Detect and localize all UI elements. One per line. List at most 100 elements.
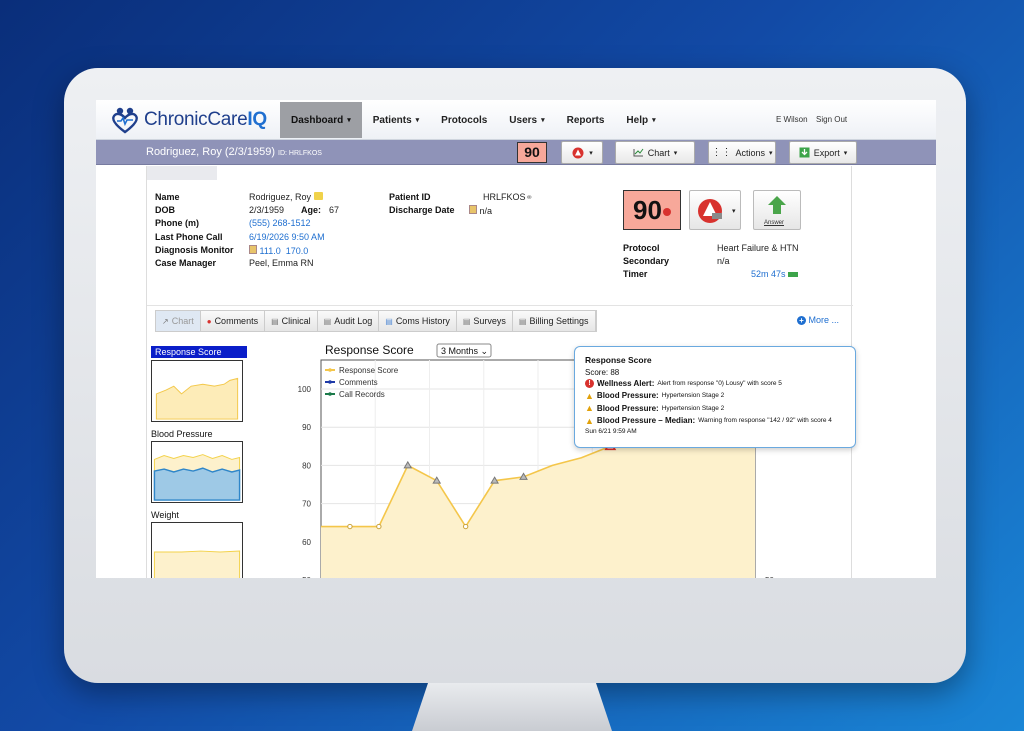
diagnosis-code-2[interactable]: 170.0: [286, 246, 309, 256]
chevron-down-icon: ▾: [673, 149, 678, 157]
tab-label: Audit Log: [334, 316, 373, 326]
thumb-blood-pressure[interactable]: [151, 441, 243, 503]
response-score-badge: 90: [623, 190, 681, 230]
answer-button[interactable]: Answer: [753, 190, 801, 230]
dob-value: 2/3/1959: [249, 205, 285, 215]
alert-status-button[interactable]: ▾: [689, 190, 741, 230]
divider: [147, 305, 853, 306]
y-tick-label-right: 50: [765, 576, 774, 578]
tooltip-bp-median: ▲ Blood Pressure – Median: Warning from re…: [585, 415, 832, 426]
last-call-label: Last Phone Call: [155, 232, 223, 242]
nav-label: Protocols: [441, 114, 488, 126]
tab-label: Clinical: [281, 316, 311, 326]
chart-thumbnails: Response Score Blood Pressure Weight: [151, 342, 247, 578]
age-value: 67: [329, 205, 340, 215]
thumb-weight[interactable]: [151, 522, 243, 578]
patient-id-value: HRLFKOS⚭: [483, 192, 534, 202]
legend-label[interactable]: Comments: [339, 378, 378, 387]
grid-icon: ⋮⋮: [711, 147, 732, 158]
data-point[interactable]: [462, 523, 469, 530]
protocol-value: Heart Failure & HTN: [717, 243, 799, 253]
patient-header-name: Rodriguez, Roy (2/3/1959) ID: HRLFKOS: [146, 146, 322, 158]
chart-icon: ↗: [162, 316, 169, 326]
export-button[interactable]: Export ▾: [789, 141, 857, 164]
id-card-icon: [313, 192, 323, 200]
y-tick-label-left: 80: [302, 461, 311, 470]
legend-label[interactable]: Call Records: [339, 390, 385, 399]
name-label: Name: [155, 192, 180, 202]
timer-toggle-icon[interactable]: [788, 272, 799, 278]
user-name[interactable]: E Wilson: [776, 115, 808, 124]
age-label: Age:: [301, 205, 321, 215]
data-point[interactable]: [376, 523, 382, 530]
range-select-label[interactable]: 3 Months ⌄: [441, 346, 488, 356]
monitor-stand: [412, 683, 612, 731]
tab-label: Comments: [214, 316, 259, 326]
case-manager-label: Case Manager: [155, 258, 217, 268]
tab-surveys[interactable]: ▤ Surveys: [456, 311, 513, 331]
answer-label: Answer: [764, 220, 785, 226]
note-icon[interactable]: [469, 205, 477, 214]
data-point[interactable]: [347, 523, 353, 530]
header-score-badge: 90: [517, 142, 547, 163]
app-screen: ChronicCareIQ Dashboard ▾ Patients ▾ Protoco…: [96, 100, 936, 578]
last-call-link[interactable]: 6/19/2026 9:50 AM: [249, 232, 325, 242]
warning-icon: ▲: [585, 403, 594, 413]
nav-patients[interactable]: Patients ▾: [362, 102, 430, 138]
chart-button[interactable]: Chart ▾: [615, 141, 695, 164]
nav-dashboard[interactable]: Dashboard ▾: [280, 102, 362, 138]
actions-button-label: Actions: [735, 147, 765, 158]
nav-label: Patients: [372, 114, 412, 126]
more-link[interactable]: + More ...: [797, 315, 839, 325]
thumb-title-blood-pressure[interactable]: Blood Pressure: [151, 429, 247, 439]
phone-link[interactable]: (555) 268-1512: [249, 218, 311, 228]
tab-comments[interactable]: ● Comments: [200, 311, 266, 331]
diagnosis-code-1[interactable]: 111.0: [260, 246, 281, 256]
brand-name: ChronicCareIQ: [144, 109, 267, 130]
tooltip-bp2: ▲ Blood Pressure: Hypertension Stage 2: [585, 403, 725, 413]
tab-label: Chart: [171, 316, 194, 326]
alert-icon: [572, 147, 584, 158]
patient-header-bar: Rodriguez, Roy (2/3/1959) ID: HRLFKOS 90 …: [96, 140, 936, 165]
alert-dropdown-button[interactable]: ▾: [561, 141, 603, 164]
thumb-response-score[interactable]: [151, 360, 243, 422]
phone-label: Phone (m): [155, 218, 199, 228]
survey-icon: ▤: [462, 316, 471, 326]
card-tab-stub: [147, 166, 217, 180]
tab-chart[interactable]: ↗ Chart: [156, 311, 201, 331]
search-doc-icon: ▤: [323, 316, 332, 326]
tab-clinical[interactable]: ▤ Clinical: [265, 311, 318, 331]
legend-swatch-dot: [328, 380, 332, 384]
tooltip-title: Response Score: [585, 355, 652, 365]
thumb-title-weight[interactable]: Weight: [151, 510, 247, 520]
actions-button[interactable]: ⋮⋮ Actions ▾: [708, 141, 776, 164]
nav-label: Reports: [566, 114, 605, 126]
tab-billing-settings[interactable]: ▤ Billing Settings: [512, 311, 596, 331]
legend-label[interactable]: Response Score: [339, 366, 399, 375]
timer-label: Timer: [623, 269, 648, 279]
thumb-title-response-score[interactable]: Response Score: [151, 346, 247, 358]
nav-protocols[interactable]: Protocols: [430, 102, 498, 138]
nav-help[interactable]: Help ▾: [615, 102, 666, 138]
legend-swatch-dot: [328, 368, 332, 372]
tab-label: Billing Settings: [529, 316, 589, 326]
name-value: Rodriguez, Roy: [249, 192, 323, 202]
tooltip-date: Sun 6/21 9:59 AM: [585, 428, 637, 435]
brand-logo[interactable]: ChronicCareIQ: [110, 106, 267, 134]
tab-coms-history[interactable]: ▤ Coms History: [379, 311, 457, 331]
chevron-down-icon: ▾: [347, 117, 351, 124]
y-tick-label-left: 60: [302, 538, 311, 547]
nav-reports[interactable]: Reports: [556, 102, 616, 138]
tab-audit-log[interactable]: ▤ Audit Log: [317, 311, 380, 331]
nav-users[interactable]: Users ▾: [498, 102, 555, 138]
heart-people-icon: [112, 107, 138, 134]
protocol-label: Protocol: [623, 243, 660, 253]
comment-icon: ●: [206, 316, 212, 326]
plus-circle-icon: +: [797, 316, 806, 325]
y-tick-label-left: 90: [302, 423, 311, 432]
sign-out-link[interactable]: Sign Out: [816, 115, 847, 124]
link-icon[interactable]: ⚭: [526, 192, 534, 202]
warning-icon: ▲: [585, 415, 594, 426]
discharge-value: n/a: [469, 205, 492, 216]
chart-icon: [633, 148, 644, 157]
